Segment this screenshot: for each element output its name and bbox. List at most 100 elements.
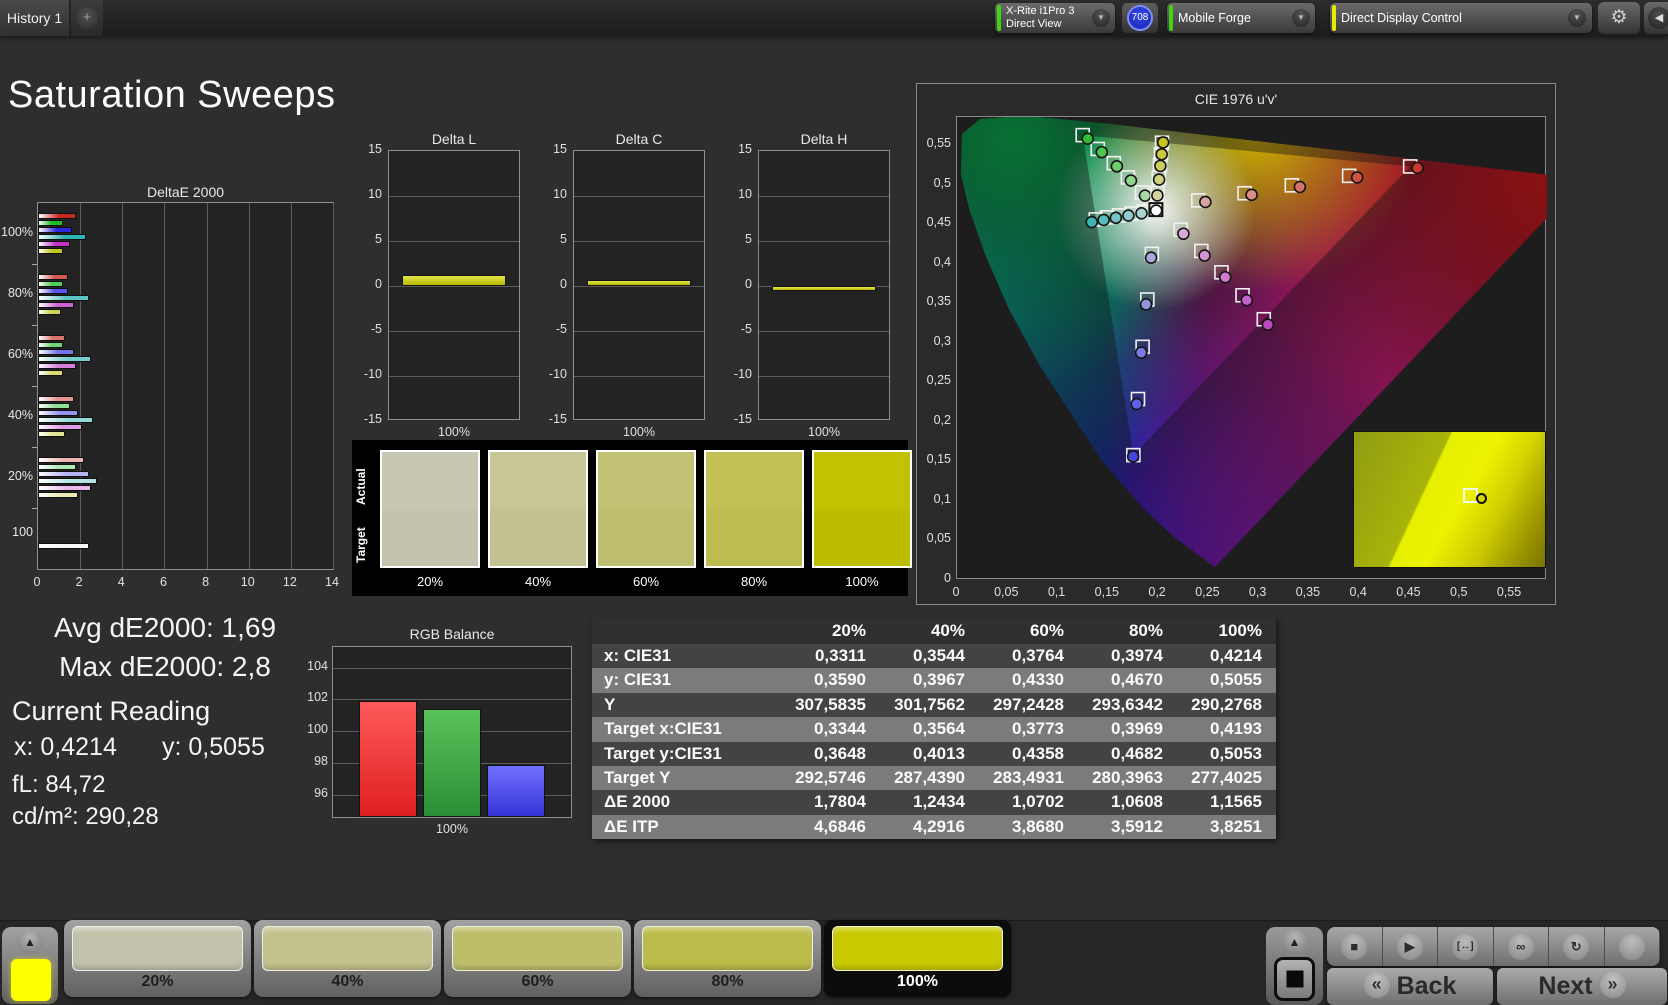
display-control-dropdown[interactable]: Direct Display Control ▼ — [1330, 3, 1592, 33]
deltae-bar — [38, 403, 70, 409]
cie-chart-panel: CIE 1976 u'v' — [916, 83, 1556, 605]
cie-measured-dot-green — [1140, 190, 1151, 201]
compare-swatch — [488, 450, 588, 568]
current-pattern-swatch[interactable] — [11, 959, 51, 1001]
deltae-bar — [38, 478, 97, 484]
pattern-button[interactable]: [↔] — [1438, 927, 1494, 966]
blank-button[interactable] — [1605, 927, 1661, 966]
rgb-y-tick: 102 — [296, 690, 328, 704]
inset-shading — [1354, 432, 1545, 567]
source-status-accent — [1169, 5, 1173, 31]
avg-de2000: Avg dE2000: 1,69 — [0, 612, 330, 644]
refresh-icon: ↻ — [1563, 934, 1589, 960]
delta-x-label: 100% — [388, 425, 520, 439]
cie-y-tick: 0,1 — [917, 492, 951, 506]
cie-x-tick: 0,55 — [1489, 585, 1529, 599]
table-cell: 0,4358 — [979, 742, 1078, 766]
chevron-down-icon[interactable]: ▼ — [1568, 9, 1586, 27]
pattern-swatch — [262, 926, 433, 971]
pattern-window-controls: ▲ — [1266, 927, 1323, 1005]
table-row-label: x: CIE31 — [592, 644, 781, 668]
next-label: Next — [1538, 972, 1592, 1000]
table-header-cell: 80% — [1078, 617, 1177, 641]
tab-history-1[interactable]: History 1 — [0, 0, 70, 36]
deltae-bar — [38, 220, 63, 226]
table-row: ΔE 20001,78041,24341,07021,06081,1565 — [592, 790, 1276, 814]
gridline — [333, 668, 571, 669]
delta-x-label: 100% — [758, 425, 890, 439]
pattern-tile-20%[interactable]: 20% — [64, 920, 251, 997]
table-header-label — [592, 617, 781, 641]
target-color — [814, 509, 910, 566]
arrow-up-icon[interactable]: ▲ — [1282, 930, 1308, 954]
stop-button[interactable]: ■ — [1327, 927, 1383, 966]
deltae-x-tick: 14 — [317, 575, 347, 589]
table-cell: 0,5055 — [1177, 668, 1276, 692]
deltae-bar — [38, 370, 63, 376]
deltae-category-label: 60% — [0, 347, 33, 361]
rgb-y-tick: 98 — [296, 754, 328, 768]
target-color — [382, 509, 478, 566]
delta-chart-title: Delta H — [758, 131, 890, 147]
back-label: Back — [1397, 972, 1457, 1000]
add-tab-container: + — [71, 0, 103, 36]
actual-color — [706, 452, 802, 509]
pattern-tile-100%[interactable]: 100% — [824, 920, 1011, 997]
deltae-bar — [38, 227, 72, 233]
collapse-panel-button[interactable]: ◀ — [1644, 2, 1668, 34]
gridline — [122, 203, 123, 569]
table-cell: 0,3590 — [781, 668, 880, 692]
settings-button[interactable]: ⚙ — [1598, 2, 1640, 34]
deltae-bar — [38, 248, 63, 254]
table-cell: 280,3963 — [1078, 766, 1177, 790]
meter-status-accent — [997, 5, 1001, 31]
top-bar: History 1 + X-Rite i1Pro 3 Direct View ▼… — [0, 0, 1668, 36]
table-row-label: Target y:CIE31 — [592, 742, 781, 766]
meter-mode: Direct View — [1006, 18, 1061, 30]
pattern-tile-label: 60% — [444, 973, 631, 991]
cie-white-point-dot — [1151, 205, 1162, 216]
gridline — [574, 196, 704, 197]
refresh-button[interactable]: ↻ — [1549, 927, 1605, 966]
table-cell: 3,8680 — [979, 815, 1078, 839]
source-dropdown[interactable]: Mobile Forge ▼ — [1167, 3, 1315, 33]
chevron-down-icon[interactable]: ▼ — [1092, 9, 1110, 27]
cie-x-tick: 0,35 — [1288, 585, 1328, 599]
actual-color — [490, 452, 586, 509]
cie-measured-dot-cyan — [1086, 217, 1097, 228]
table-cell: 3,8251 — [1177, 815, 1276, 839]
delta-x-label: 100% — [573, 425, 705, 439]
pattern-tile-40%[interactable]: 40% — [254, 920, 441, 997]
cie-x-tick: 0,1 — [1037, 585, 1077, 599]
delta-y-tick: -5 — [350, 322, 382, 336]
arrow-up-icon[interactable]: ▲ — [17, 930, 43, 954]
gridline — [759, 331, 889, 332]
swatch-compare-panel: Actual Target 20%40%60%80%100% — [352, 440, 908, 596]
axis-tick — [32, 447, 37, 448]
add-tab-button[interactable]: + — [76, 7, 98, 29]
pattern-window-button[interactable] — [1274, 957, 1315, 1001]
table-row: y: CIE310,35900,39670,43300,46700,5055 — [592, 668, 1276, 692]
pattern-tile-80%[interactable]: 80% — [634, 920, 821, 997]
cie-measured-dot-cyan — [1098, 214, 1109, 225]
delta-y-tick: 0 — [350, 277, 382, 291]
meter-count-badge[interactable]: 708 — [1127, 5, 1153, 31]
cie-measured-dot-magenta — [1220, 272, 1231, 283]
loop-button[interactable]: ∞ — [1494, 927, 1550, 966]
next-button[interactable]: Next » — [1497, 968, 1667, 1005]
deltae-x-tick: 6 — [148, 575, 178, 589]
table-cell: 307,5835 — [781, 693, 880, 717]
chevron-down-icon[interactable]: ▼ — [1292, 9, 1310, 27]
target-row-label: Target — [354, 512, 370, 578]
cie-measured-dot-green — [1111, 161, 1122, 172]
meter-dropdown[interactable]: X-Rite i1Pro 3 Direct View ▼ — [995, 3, 1115, 33]
window-icon — [1286, 971, 1303, 988]
delta-chart-delta-h — [758, 150, 890, 420]
cie-measured-dot-green — [1096, 147, 1107, 158]
cie-measured-dot-magenta — [1199, 250, 1210, 261]
back-button[interactable]: « Back — [1327, 968, 1493, 1005]
play-button[interactable]: ▶ — [1383, 927, 1439, 966]
pattern-tile-60%[interactable]: 60% — [444, 920, 631, 997]
table-cell: 0,3311 — [781, 644, 880, 668]
axis-tick — [32, 264, 37, 265]
